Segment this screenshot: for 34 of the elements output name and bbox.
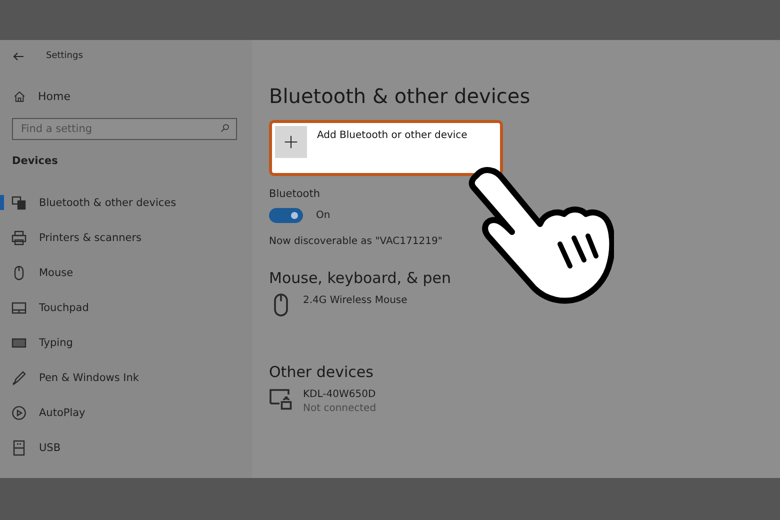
devices-icon — [11, 194, 27, 210]
device-status: Not connected — [303, 403, 376, 414]
touchpad-icon — [11, 300, 27, 316]
pen-icon — [11, 370, 27, 386]
discoverable-text: Now discoverable as "VAC171219" — [269, 236, 444, 247]
play-circle-icon — [11, 404, 27, 420]
printer-icon — [11, 230, 27, 246]
back-arrow-icon[interactable] — [13, 52, 24, 60]
add-device-button[interactable]: Add Bluetooth or other device — [269, 120, 503, 176]
home-icon — [13, 90, 26, 103]
sidebar-item[interactable]: USB — [0, 430, 252, 465]
sidebar-item[interactable]: Pen & Windows Ink — [0, 360, 252, 395]
search-icon — [220, 123, 230, 133]
device-name[interactable]: 2.4G Wireless Mouse — [303, 295, 408, 306]
display-icon — [269, 387, 293, 411]
sidebar-item[interactable]: Mouse — [0, 255, 252, 290]
window-title: Settings — [46, 51, 83, 61]
bluetooth-toggle[interactable] — [269, 208, 303, 223]
sidebar-item[interactable]: Printers & scanners — [0, 220, 252, 255]
bluetooth-label: Bluetooth — [269, 188, 321, 200]
section-heading: Devices — [12, 155, 59, 167]
sidebar-item[interactable]: Touchpad — [0, 290, 252, 325]
usb-icon — [11, 440, 27, 456]
page-title: Bluetooth & other devices — [269, 84, 532, 108]
section-heading: Mouse, keyboard, & pen — [269, 269, 452, 287]
device-name[interactable]: KDL-40W650D — [303, 389, 376, 400]
sidebar-item[interactable]: Bluetooth & other devices — [0, 185, 252, 220]
home-link[interactable]: Home — [38, 90, 70, 103]
plus-icon — [284, 135, 298, 149]
search-field[interactable]: Find a setting — [12, 118, 237, 140]
toggle-state-text: On — [316, 210, 330, 221]
sidebar-item[interactable]: Typing — [0, 325, 252, 360]
sidebar-item[interactable]: AutoPlay — [0, 395, 252, 430]
section-heading: Other devices — [269, 363, 374, 381]
